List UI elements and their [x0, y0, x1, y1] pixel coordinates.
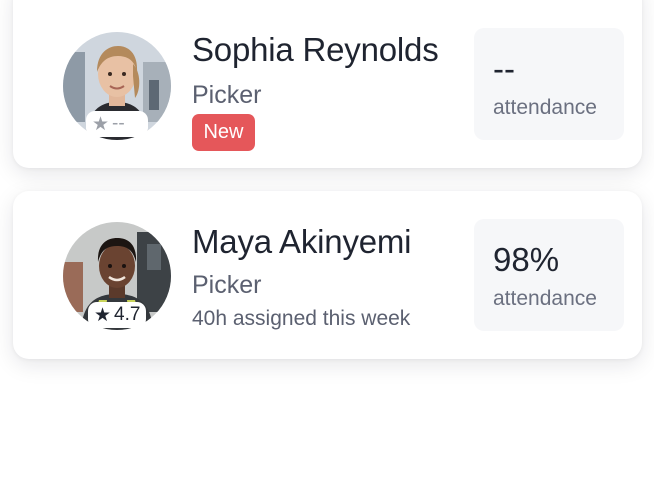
attendance-stat: 98% attendance: [474, 219, 624, 331]
attendance-stat: -- attendance: [474, 28, 624, 140]
new-badge: New: [192, 114, 255, 151]
hours-assigned: 40h assigned this week: [192, 307, 411, 330]
rating-value: --: [112, 113, 125, 134]
star-icon: ★: [92, 113, 110, 135]
worker-card[interactable]: ★ 4.7 Maya Akinyemi Picker 40h assigned …: [13, 191, 642, 359]
attendance-value: 98%: [493, 241, 560, 278]
star-icon: ★: [94, 304, 112, 326]
worker-name: Sophia Reynolds: [192, 31, 439, 68]
worker-card[interactable]: ★ -- Sophia Reynolds Picker New -- atten…: [13, 0, 642, 168]
attendance-label: attendance: [493, 96, 597, 119]
rating-value: 4.7: [114, 304, 141, 325]
worker-role: Picker: [192, 271, 262, 299]
rating-badge: ★ 4.7: [88, 302, 146, 328]
attendance-value: --: [493, 50, 515, 87]
worker-role: Picker: [192, 81, 262, 109]
attendance-label: attendance: [493, 287, 597, 310]
worker-name: Maya Akinyemi: [192, 223, 412, 260]
rating-badge: ★ --: [86, 111, 148, 137]
